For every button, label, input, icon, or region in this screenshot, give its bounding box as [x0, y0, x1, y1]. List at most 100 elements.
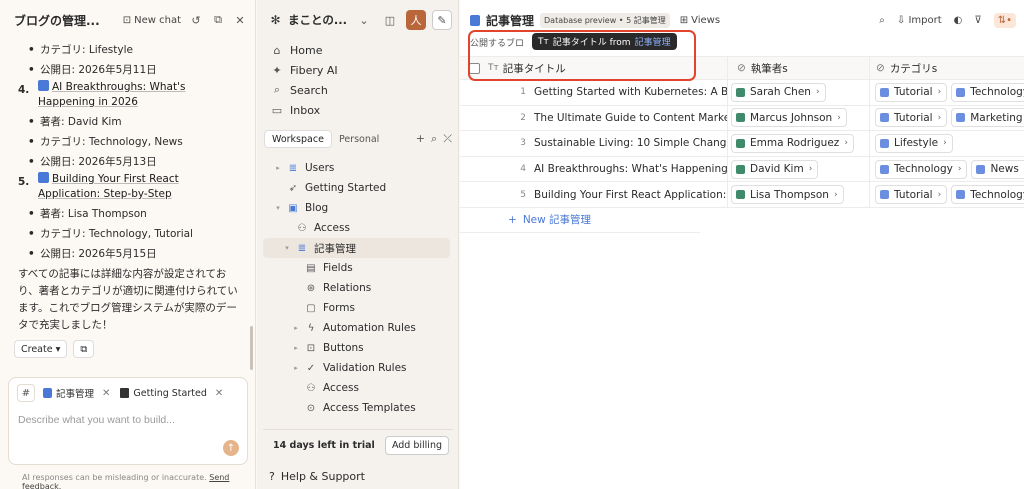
- category-cell[interactable]: Technology › News›: [870, 157, 1024, 182]
- table-row[interactable]: 2 The Ultimate Guide to Content Marketing…: [460, 105, 1024, 132]
- tree-item[interactable]: ▾ ▣ Blog: [263, 198, 450, 218]
- table-body: 1 Getting Started with Kubernetes: A Begi…: [460, 80, 1024, 208]
- sort-icon[interactable]: ⇅•: [993, 12, 1016, 28]
- title-cell[interactable]: Getting Started with Kubernetes: A Begin…: [534, 80, 728, 105]
- category-pill[interactable]: Tutorial ›: [875, 108, 948, 128]
- column-header-category[interactable]: ⊘ カテゴリs: [870, 57, 1024, 79]
- toggle-icon[interactable]: ◐: [954, 15, 963, 26]
- category-pill[interactable]: Tutorial ›: [875, 82, 948, 102]
- author-pill[interactable]: Marcus Johnson ›: [731, 108, 847, 128]
- search-icon[interactable]: ⌕: [431, 132, 437, 146]
- category-pill[interactable]: Tutorial ›: [875, 185, 948, 205]
- close-icon[interactable]: ✕: [215, 388, 223, 399]
- chevron-icon[interactable]: ▾: [282, 244, 292, 252]
- status-badge: Database preview • 5 記事管理: [540, 12, 670, 28]
- title-cell[interactable]: The Ultimate Guide to Content Marketing …: [534, 105, 728, 131]
- author-pill[interactable]: Sarah Chen ›: [731, 82, 826, 102]
- table-row[interactable]: 3 Sustainable Living: 10 Simple Changes f…: [460, 131, 1024, 157]
- category-pill[interactable]: Technology›: [951, 82, 1024, 102]
- table-row[interactable]: 4 AI Breakthroughs: What's Happening in 2…: [460, 156, 1024, 183]
- chevron-icon[interactable]: ▸: [291, 324, 301, 332]
- category-cell[interactable]: Lifestyle ›: [870, 131, 1024, 156]
- workspace-name[interactable]: まことの...: [288, 12, 348, 28]
- author-cell[interactable]: Sarah Chen ›: [728, 80, 870, 105]
- tab-workspace[interactable]: Workspace: [264, 130, 332, 148]
- category-pill[interactable]: News›: [971, 159, 1024, 179]
- tree-item[interactable]: ▸ ≣ Users: [263, 158, 450, 178]
- title-cell[interactable]: AI Breakthroughs: What's Happening in 20…: [534, 156, 728, 182]
- tree-item[interactable]: ➶ Getting Started: [263, 178, 450, 198]
- context-chip-document[interactable]: Getting Started ✕: [118, 384, 225, 402]
- help-support-button[interactable]: ? Help & Support: [269, 470, 365, 483]
- author-cell[interactable]: Emma Rodriguez ›: [728, 131, 870, 156]
- search-icon[interactable]: ⌕: [879, 15, 885, 26]
- page-title[interactable]: 記事管理: [486, 12, 534, 29]
- category-pill[interactable]: Technology›: [875, 159, 968, 179]
- sidebar-item-fibery-ai[interactable]: ✦ Fibery AI: [257, 60, 458, 80]
- tree-item[interactable]: ⚇ Access: [263, 218, 450, 238]
- author-cell[interactable]: Marcus Johnson ›: [728, 105, 870, 131]
- tab-personal[interactable]: Personal: [332, 130, 386, 148]
- author-cell[interactable]: Lisa Thompson ›: [728, 182, 870, 207]
- sidebar-item-home[interactable]: ⌂ Home: [257, 40, 458, 60]
- people-icon: ⚇: [306, 382, 316, 394]
- author-cell[interactable]: David Kim ›: [728, 156, 870, 182]
- collapse-icon[interactable]: ⤫: [443, 132, 452, 146]
- chat-scrollbar[interactable]: [250, 326, 253, 370]
- sidebar-item-search[interactable]: ⌕ Search: [257, 80, 458, 100]
- sidebar-item-inbox[interactable]: ▭ Inbox: [257, 100, 458, 120]
- chevron-down-icon[interactable]: ⌄: [354, 10, 374, 30]
- add-billing-button[interactable]: Add billing: [384, 436, 449, 455]
- tree-item[interactable]: ▾ ≣ 記事管理: [263, 238, 450, 258]
- category-cell[interactable]: Tutorial › Technology›: [870, 182, 1024, 207]
- add-context-button[interactable]: #: [17, 384, 35, 402]
- compose-icon[interactable]: ✎: [432, 10, 452, 30]
- column-header-author[interactable]: ⊘ 執筆者s: [728, 57, 870, 79]
- tree-item[interactable]: ▢ Forms: [263, 298, 450, 318]
- views-button[interactable]: ⊞ Views: [680, 15, 720, 26]
- tree-item[interactable]: ⚇ Access: [263, 378, 450, 398]
- chevron-icon[interactable]: ▸: [273, 164, 283, 172]
- avatar[interactable]: 人: [406, 10, 426, 30]
- category-pill[interactable]: Marketing›: [951, 108, 1024, 128]
- category-pill[interactable]: Lifestyle ›: [875, 133, 953, 153]
- tree-item[interactable]: ▸ ϟ Automation Rules: [263, 318, 450, 338]
- category-pill[interactable]: Technology›: [951, 185, 1024, 205]
- sidebar-toggle-icon[interactable]: ◫: [380, 10, 400, 30]
- close-icon[interactable]: ✕: [233, 13, 247, 27]
- table-row[interactable]: 5 Building Your First React Application: …: [460, 182, 1024, 208]
- send-button[interactable]: ↑: [223, 440, 239, 456]
- history-icon[interactable]: ↺: [189, 13, 203, 27]
- article-link[interactable]: Building Your First React Application: S…: [38, 173, 179, 200]
- category-cell[interactable]: Tutorial › Technology›: [870, 80, 1024, 105]
- tree-item[interactable]: ▸ ⊡ Buttons: [263, 338, 450, 358]
- filter-icon[interactable]: ⊽: [974, 15, 981, 26]
- prompt-input[interactable]: [18, 414, 218, 426]
- title-cell[interactable]: Sustainable Living: 10 Simple Changes fo…: [534, 131, 728, 156]
- plus-icon[interactable]: +: [416, 132, 425, 146]
- author-pill[interactable]: Emma Rodriguez ›: [731, 133, 854, 153]
- category-cell[interactable]: Tutorial › Marketing›: [870, 106, 1024, 131]
- chevron-icon[interactable]: ▸: [291, 344, 301, 352]
- column-header-title[interactable]: Tт 記事タイトル: [488, 57, 728, 79]
- tree-item[interactable]: ▤ Fields: [263, 258, 450, 278]
- new-row-button[interactable]: + New 記事管理: [460, 208, 700, 233]
- author-pill[interactable]: Lisa Thompson ›: [731, 185, 844, 205]
- select-all-checkbox[interactable]: [468, 62, 480, 74]
- tree-item[interactable]: ▸ ✓ Validation Rules: [263, 358, 450, 378]
- close-icon[interactable]: ✕: [102, 388, 110, 399]
- import-button[interactable]: ⇩ Import: [897, 15, 942, 26]
- author-pill[interactable]: David Kim ›: [731, 159, 819, 179]
- context-chip-database[interactable]: 記事管理 ✕: [41, 384, 112, 402]
- article-link[interactable]: AI Breakthroughs: What's Happening in 20…: [38, 81, 185, 108]
- table-row[interactable]: 1 Getting Started with Kubernetes: A Begi…: [460, 80, 1024, 106]
- copy-button[interactable]: ⧉: [73, 340, 95, 358]
- create-button[interactable]: Create ▾: [14, 340, 68, 358]
- tree-item[interactable]: ⊛ Relations: [263, 278, 450, 298]
- chevron-icon[interactable]: ▾: [273, 204, 283, 212]
- popout-icon[interactable]: ⧉: [211, 13, 225, 27]
- new-chat-button[interactable]: ⊡ New chat: [123, 15, 181, 26]
- title-cell[interactable]: Building Your First React Application: S…: [534, 182, 728, 207]
- tree-item[interactable]: ⊙ Access Templates: [263, 398, 450, 414]
- chevron-icon[interactable]: ▸: [291, 364, 301, 372]
